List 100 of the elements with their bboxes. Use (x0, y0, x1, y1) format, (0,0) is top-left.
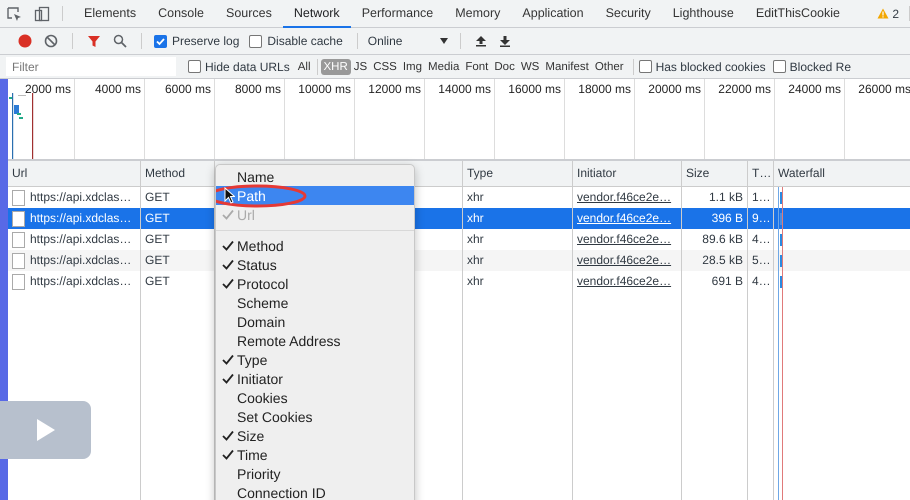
warning-count[interactable]: 2 (892, 6, 899, 20)
time-tick: 2000 ms (24, 82, 71, 96)
initiator-link[interactable]: vendor.f46ce2e… (577, 190, 672, 204)
menu-item[interactable]: Time (216, 445, 414, 464)
table-cell-text: 4… (751, 231, 772, 248)
type-filter[interactable]: Manifest (542, 58, 592, 74)
inspect-icon[interactable] (6, 6, 22, 22)
checkbox[interactable] (772, 60, 786, 73)
check-icon (222, 209, 234, 220)
column-header[interactable]: Size (682, 161, 747, 187)
record-icon[interactable] (18, 34, 32, 48)
check-icon (222, 278, 234, 289)
table-cell-text: xhr (466, 189, 485, 206)
clear-icon[interactable] (44, 34, 58, 48)
table-cell (415, 250, 462, 271)
panel-tab[interactable]: Lighthouse (662, 0, 745, 28)
upload-icon[interactable] (474, 35, 487, 47)
file-icon (12, 252, 25, 268)
filter-field[interactable]: Filter (6, 57, 176, 76)
menu-item[interactable]: Set Cookies (216, 407, 414, 426)
menu-item[interactable]: Remote Address (216, 331, 414, 350)
table-cell: 28.5 kB (682, 250, 747, 271)
check-icon (222, 373, 234, 384)
time-tick: 16000 ms (508, 82, 561, 96)
menu-item[interactable]: Size (216, 426, 414, 445)
panel-tab[interactable]: EditThisCookie (744, 0, 851, 28)
throttling-dropdown[interactable]: Online (366, 34, 452, 48)
table-cell: GET (141, 208, 214, 229)
request-url[interactable]: https://api.xdclas… (30, 208, 132, 229)
request-url[interactable]: https://api.xdclas… (30, 271, 132, 292)
menu-item[interactable]: Priority (216, 464, 414, 483)
initiator-link[interactable]: vendor.f46ce2e… (577, 274, 672, 288)
column-header[interactable]: Type (463, 161, 572, 187)
time-tick: 22000 ms (718, 82, 771, 96)
table-cell-text: 89.6 kB (701, 231, 744, 248)
time-tick: 12000 ms (368, 82, 421, 96)
column-header[interactable]: Method (141, 161, 214, 187)
table-cell: 396 B (682, 208, 747, 229)
initiator-link[interactable]: vendor.f46ce2e… (577, 232, 672, 246)
download-icon[interactable] (498, 35, 511, 47)
menu-item[interactable]: Scheme (216, 293, 414, 312)
menu-item[interactable]: Status (216, 255, 414, 274)
menu-item[interactable]: Cookies (216, 388, 414, 407)
type-filter[interactable]: Font (462, 58, 492, 74)
check-icon (222, 259, 234, 270)
panel-tab[interactable]: Sources (214, 0, 283, 28)
table-cell-text: 1.1 kB (708, 189, 744, 206)
table-cell: 5… (748, 250, 773, 271)
search-icon[interactable] (113, 34, 127, 48)
table-cell-text: 1… (751, 189, 772, 206)
panel-tab[interactable]: Memory (444, 0, 512, 28)
type-filter[interactable]: Img (400, 58, 426, 74)
panel-tab[interactable]: Application (511, 0, 595, 28)
initiator-link[interactable]: vendor.f46ce2e… (577, 253, 672, 267)
panel-tab[interactable]: Security (594, 0, 662, 28)
file-icon (12, 274, 25, 290)
column-header[interactable]: Url (8, 161, 140, 187)
menu-item[interactable]: Initiator (216, 369, 414, 388)
panel-tab[interactable]: Performance (350, 0, 444, 28)
column-header[interactable]: T… (748, 161, 773, 187)
time-tick: 24000 ms (788, 82, 841, 96)
device-icon[interactable] (34, 6, 50, 22)
time-tick: 14000 ms (438, 82, 491, 96)
time-tick: 6000 ms (164, 82, 211, 96)
table-cell (415, 208, 462, 229)
panel-tab[interactable]: Console (147, 0, 215, 28)
menu-item[interactable]: Domain (216, 312, 414, 331)
type-filter[interactable]: JS (350, 58, 370, 74)
checkbox[interactable] (188, 60, 201, 73)
type-filter[interactable]: Doc (491, 58, 518, 74)
checkbox-label: Hide data URLs (205, 60, 290, 74)
checkbox[interactable] (638, 60, 652, 73)
checkbox[interactable] (249, 34, 262, 48)
file-icon (12, 190, 25, 206)
table-cell-text: 691 B (710, 273, 744, 290)
type-filter[interactable]: All (294, 58, 314, 74)
table-cell: xhr (463, 250, 572, 271)
request-url[interactable]: https://api.xdclas… (30, 187, 132, 208)
filter-icon[interactable] (87, 34, 101, 48)
request-url[interactable]: https://api.xdclas… (30, 250, 132, 271)
type-filter[interactable]: WS (518, 58, 542, 74)
menu-item[interactable]: Method (216, 236, 414, 255)
column-header[interactable]: Initiator (573, 161, 681, 187)
column-header[interactable]: Waterfall (774, 161, 910, 187)
type-filter[interactable]: Other (592, 58, 627, 74)
type-filter[interactable]: Media (425, 58, 462, 74)
check-icon (222, 430, 234, 441)
menu-item[interactable]: Name (216, 167, 414, 186)
menu-item[interactable]: Type (216, 350, 414, 369)
menu-item[interactable]: Connection ID (216, 483, 414, 500)
request-url[interactable]: https://api.xdclas… (30, 229, 132, 250)
type-filter[interactable]: CSS (370, 58, 400, 74)
table-cell: 9… (748, 208, 773, 229)
initiator-link[interactable]: vendor.f46ce2e… (577, 211, 672, 225)
table-cell-text: xhr (466, 231, 485, 248)
checkbox[interactable] (154, 34, 167, 48)
table-cell-text: GET (144, 189, 171, 206)
panel-tab[interactable]: Elements (73, 0, 148, 28)
menu-item[interactable]: Protocol (216, 274, 414, 293)
check-icon (222, 240, 234, 251)
